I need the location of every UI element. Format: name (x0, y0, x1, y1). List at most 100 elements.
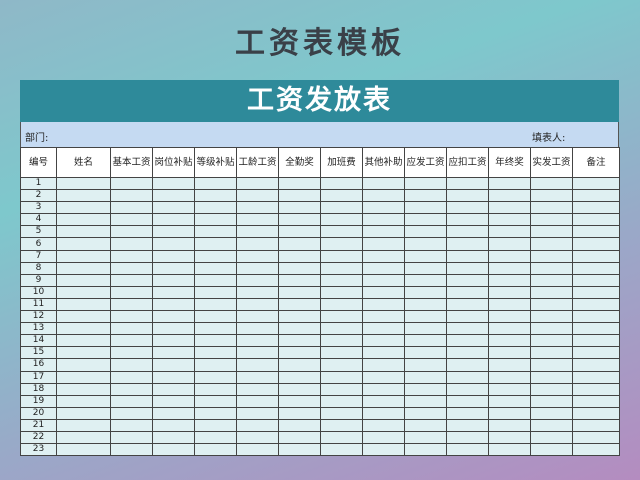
table-cell[interactable] (320, 297, 363, 312)
table-cell[interactable] (404, 406, 447, 420)
table-cell[interactable] (110, 358, 153, 372)
table-cell[interactable] (194, 406, 237, 420)
table-cell[interactable] (194, 310, 237, 324)
table-cell[interactable] (278, 430, 321, 445)
table-cell[interactable] (320, 189, 363, 203)
table-cell[interactable] (278, 249, 321, 263)
table-cell[interactable] (530, 346, 573, 360)
table-cell[interactable] (56, 406, 111, 420)
table-cell[interactable] (110, 176, 153, 191)
table-cell[interactable] (446, 310, 489, 324)
table-cell[interactable] (446, 213, 489, 227)
table-cell[interactable] (488, 249, 531, 263)
table-cell[interactable] (488, 346, 531, 360)
table-cell[interactable] (320, 443, 363, 457)
table-cell[interactable] (362, 418, 405, 432)
table-cell[interactable] (110, 310, 153, 324)
table-cell[interactable] (404, 334, 447, 348)
table-cell[interactable] (320, 382, 363, 396)
table-cell[interactable] (236, 261, 279, 275)
table-cell[interactable] (530, 285, 573, 299)
table-cell[interactable] (110, 285, 153, 299)
table-cell[interactable] (236, 285, 279, 299)
table-cell[interactable] (152, 261, 195, 275)
table-cell[interactable] (56, 201, 111, 215)
table-cell[interactable] (194, 201, 237, 215)
table-cell[interactable] (194, 322, 237, 336)
table-cell[interactable] (362, 249, 405, 263)
table-cell[interactable] (404, 237, 447, 251)
table-cell[interactable] (572, 322, 620, 336)
table-cell[interactable] (56, 213, 111, 227)
table-cell[interactable] (320, 334, 363, 348)
table-cell[interactable] (320, 418, 363, 432)
table-cell[interactable] (194, 261, 237, 275)
table-cell[interactable] (446, 189, 489, 203)
table-cell[interactable] (56, 249, 111, 263)
table-cell[interactable] (236, 310, 279, 324)
table-cell[interactable] (530, 418, 573, 432)
table-cell[interactable] (572, 346, 620, 360)
table-cell[interactable] (194, 249, 237, 263)
table-cell[interactable] (56, 346, 111, 360)
table-cell[interactable] (488, 310, 531, 324)
table-cell[interactable] (446, 176, 489, 191)
table-cell[interactable] (362, 237, 405, 251)
table-cell[interactable] (572, 225, 620, 239)
table-cell[interactable] (194, 285, 237, 299)
table-cell[interactable] (56, 430, 111, 445)
table-cell[interactable] (404, 213, 447, 227)
table-cell[interactable] (278, 382, 321, 396)
table-cell[interactable] (488, 334, 531, 348)
table-cell[interactable] (56, 273, 111, 287)
table-cell[interactable] (446, 406, 489, 420)
table-cell[interactable] (572, 370, 620, 384)
table-cell[interactable] (194, 225, 237, 239)
table-cell[interactable] (110, 297, 153, 312)
table-cell[interactable] (488, 406, 531, 420)
table-cell[interactable] (152, 249, 195, 263)
table-cell[interactable] (404, 370, 447, 384)
table-cell[interactable] (404, 418, 447, 432)
table-cell[interactable] (446, 273, 489, 287)
table-cell[interactable] (530, 249, 573, 263)
table-cell[interactable] (236, 273, 279, 287)
table-cell[interactable] (362, 201, 405, 215)
table-cell[interactable] (320, 358, 363, 372)
table-cell[interactable] (362, 322, 405, 336)
table-cell[interactable] (446, 358, 489, 372)
table-cell[interactable] (56, 418, 111, 432)
table-cell[interactable] (236, 213, 279, 227)
table-cell[interactable] (320, 394, 363, 408)
table-cell[interactable] (362, 261, 405, 275)
table-cell[interactable] (572, 394, 620, 408)
table-cell[interactable] (278, 322, 321, 336)
table-cell[interactable] (194, 213, 237, 227)
table-cell[interactable] (194, 189, 237, 203)
table-cell[interactable] (110, 430, 153, 445)
table-cell[interactable] (236, 297, 279, 312)
table-cell[interactable] (530, 406, 573, 420)
table-cell[interactable] (530, 334, 573, 348)
table-cell[interactable] (278, 237, 321, 251)
table-cell[interactable] (110, 418, 153, 432)
table-cell[interactable] (488, 285, 531, 299)
table-cell[interactable] (152, 201, 195, 215)
table-cell[interactable] (110, 189, 153, 203)
table-cell[interactable] (278, 334, 321, 348)
table-cell[interactable] (236, 358, 279, 372)
table-cell[interactable] (110, 334, 153, 348)
table-cell[interactable] (320, 406, 363, 420)
table-cell[interactable] (572, 443, 620, 457)
table-cell[interactable] (110, 237, 153, 251)
table-cell[interactable] (152, 443, 195, 457)
table-cell[interactable] (152, 430, 195, 445)
table-cell[interactable] (56, 358, 111, 372)
table-cell[interactable] (152, 273, 195, 287)
table-cell[interactable] (362, 213, 405, 227)
table-cell[interactable] (110, 225, 153, 239)
table-cell[interactable] (404, 310, 447, 324)
table-cell[interactable] (278, 443, 321, 457)
table-cell[interactable] (488, 418, 531, 432)
table-cell[interactable] (404, 273, 447, 287)
